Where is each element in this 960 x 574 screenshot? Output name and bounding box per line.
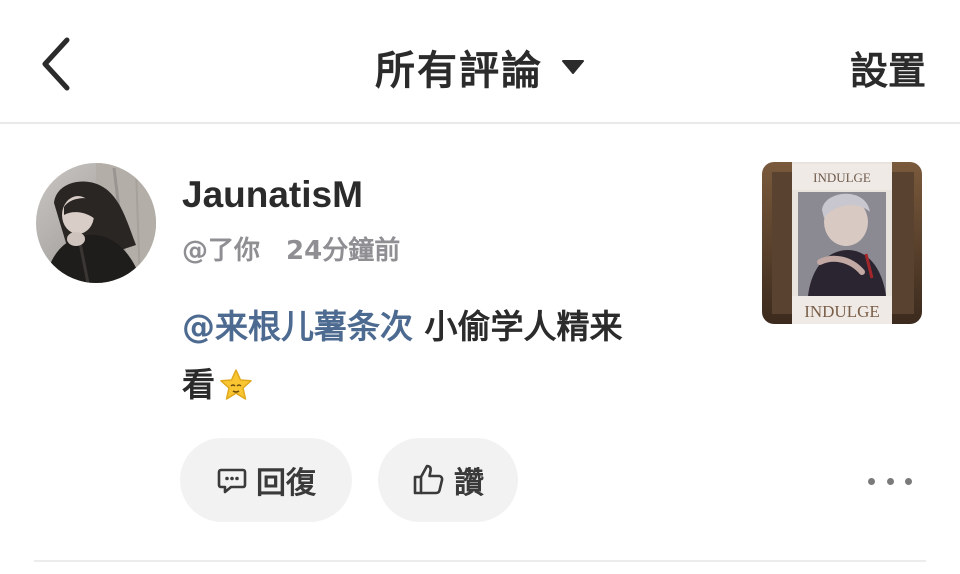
caret-down-icon[interactable]	[561, 58, 585, 76]
comment-text-part2: 看	[182, 365, 215, 404]
star-face-emoji-icon	[219, 362, 253, 420]
post-thumbnail[interactable]: INDULGE INDULGE	[762, 162, 922, 324]
more-dot-icon	[886, 477, 894, 485]
reply-button[interactable]: 回復	[180, 438, 352, 522]
top-bar: 所有評論 設置	[0, 0, 960, 124]
timestamp: 24分鐘前	[286, 236, 401, 266]
more-dot-icon	[868, 477, 875, 485]
avatar-image	[36, 163, 156, 283]
thumbs-up-icon	[413, 464, 444, 495]
author-handle: @了你	[182, 236, 261, 266]
more-options-button[interactable]	[868, 470, 912, 492]
divider	[34, 560, 926, 562]
thumbnail-caption-top: INDULGE	[813, 170, 871, 185]
reply-label: 回復	[256, 466, 316, 501]
like-button[interactable]: 讚	[378, 438, 518, 522]
page-title[interactable]: 所有評論	[375, 38, 543, 96]
author-name[interactable]: JaunatisM	[182, 174, 363, 216]
settings-button[interactable]: 設置	[850, 40, 926, 95]
more-dot-icon	[905, 477, 912, 485]
comment-meta: @了你 24分鐘前	[182, 230, 400, 267]
mention-link[interactable]: @来根儿薯条次	[182, 307, 413, 346]
thumbnail-image: INDULGE INDULGE	[762, 162, 922, 324]
like-label: 讚	[454, 466, 484, 501]
comment-body: @来根儿薯条次 小偷学人精来 看	[182, 298, 742, 420]
comment-text-part1: 小偷学人精来	[413, 307, 623, 346]
thumbnail-caption-bottom: INDULGE	[804, 302, 880, 321]
title-dropdown[interactable]: 所有評論	[0, 38, 960, 96]
comment-icon	[217, 468, 247, 494]
avatar[interactable]	[36, 163, 156, 283]
